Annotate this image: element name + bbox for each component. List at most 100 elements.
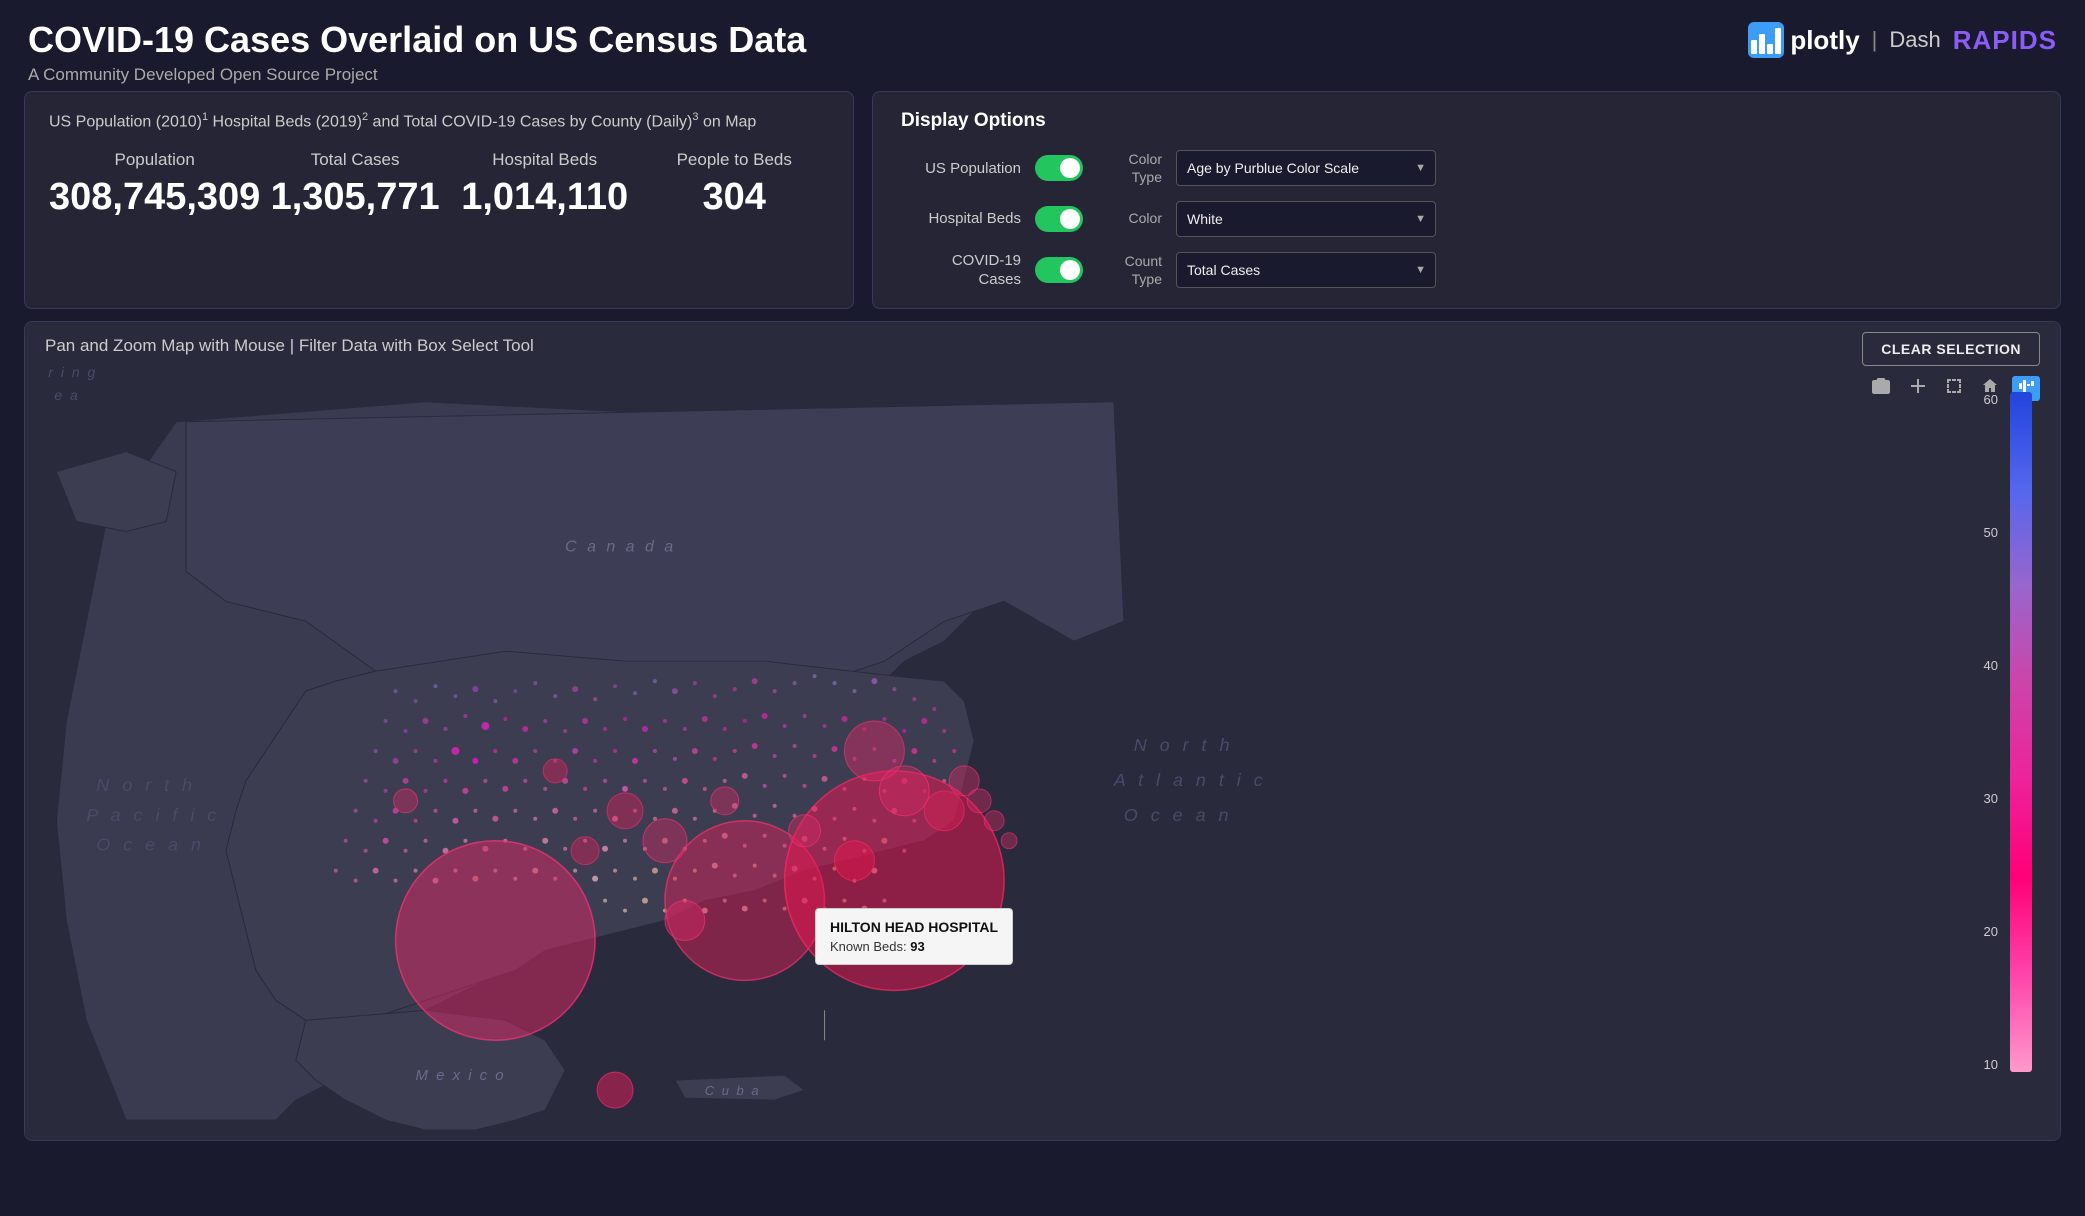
bering-label2: e a [54,386,79,402]
sup1: 1 [202,111,208,123]
covid-bubble-sm11 [394,788,418,812]
stat-people-to-beds-value: 304 [639,176,829,219]
canada-label: C a n a d a [565,538,676,555]
dropdown-color-wrapper: White Red Blue Green [1176,201,1436,237]
options-title: Display Options [901,110,2032,132]
tooltip-hospital-name: HILTON HEAD HOSPITAL [830,919,998,935]
options-row-beds: Hospital Beds Color White Red Blue Green [901,201,2032,237]
dropdown-count-type[interactable]: Total Cases New Cases Deaths [1176,252,1436,288]
stat-total-cases-label: Total Cases [260,150,450,170]
stats-card: US Population (2010)1 Hospital Beds (201… [24,91,854,308]
page-subtitle: A Community Developed Open Source Projec… [28,65,806,85]
colorbar: 60 50 40 30 20 10 Age [2010,392,2032,1072]
dropdown-color[interactable]: White Red Blue Green [1176,201,1436,237]
tooltip-beds-info: Known Beds: 93 [830,939,998,954]
covid-bubble-small2 [879,765,929,815]
covid-bubble-sm7 [711,786,739,814]
stat-population-value: 308,745,309 [49,176,260,219]
stat-population-label: Population [49,150,260,170]
options-label-beds: Hospital Beds [901,210,1021,227]
covid-bubble-sm14 [967,788,991,812]
stats-card-title: US Population (2010)1 Hospital Beds (201… [49,110,829,134]
rapids-logo: RAPIDS [1953,25,2057,56]
covid-bubble-sm10 [571,836,599,864]
options-label-population: US Population [901,160,1021,177]
toggle-population[interactable] [1035,155,1083,181]
options-label-covid: COVID-19Cases [901,251,1021,290]
bar4 [1775,28,1781,54]
type-label-color-type: ColorType [1097,150,1162,186]
covid-bubble-florida [597,1072,633,1108]
camera-icon-button[interactable] [1866,376,1896,401]
plotly-logo: plotly [1748,22,1859,58]
page-header: COVID-19 Cases Overlaid on US Census Dat… [0,0,2085,91]
colorbar-label-20: 20 [1984,924,1998,939]
map-svg: C a n a d a M e x i c o C u b a N o r t … [25,322,2060,1140]
sup2: 2 [362,111,368,123]
top-cards: US Population (2010)1 Hospital Beds (201… [0,91,2085,308]
logos-area: plotly | Dash RAPIDS [1748,22,2057,58]
stat-total-cases-value: 1,305,771 [260,176,450,219]
colorbar-label-30: 30 [1984,791,1998,806]
display-options-card: Display Options US Population ColorType … [872,91,2061,308]
mexico-label: M e x i c o [416,1067,506,1084]
stat-hospital-beds-value: 1,014,110 [450,176,640,219]
options-row-covid: COVID-19Cases CountType Total Cases New … [901,251,2032,290]
dropdown-color-type[interactable]: Age by Purblue Color Scale Population De… [1176,150,1436,186]
bar2 [1759,34,1765,54]
logo-separator: | [1872,27,1878,53]
options-row-population: US Population ColorType Age by Purblue C… [901,150,2032,186]
covid-bubble-small6 [665,900,705,940]
sup3: 3 [692,111,698,123]
colorbar-label-60: 60 [1984,392,1998,407]
clear-selection-button[interactable]: CLEAR SELECTION [1862,332,2040,366]
dropdown-color-type-wrapper: Age by Purblue Color Scale Population De… [1176,150,1436,186]
covid-bubble-sm16 [1001,832,1017,848]
map-header-label: Pan and Zoom Map with Mouse | Filter Dat… [45,336,534,355]
stat-total-cases: Total Cases 1,305,771 [260,150,450,219]
bar1 [1751,40,1757,54]
atlantic-label2: A t l a n t i c [1113,769,1267,789]
dropdown-count-type-wrapper: Total Cases New Cases Deaths [1176,252,1436,288]
colorbar-label-10: 10 [1984,1057,1998,1072]
toggle-beds[interactable] [1035,206,1083,232]
map-background: C a n a d a M e x i c o C u b a N o r t … [25,322,2060,1140]
stat-people-to-beds-label: People to Beds [639,150,829,170]
map-toolbar: CLEAR SELECTION [1862,332,2040,401]
header-left: COVID-19 Cases Overlaid on US Census Dat… [28,18,806,85]
cuba-label: C u b a [705,1083,761,1098]
plotly-label: plotly [1790,25,1859,56]
stat-hospital-beds-label: Hospital Beds [450,150,640,170]
page-title: COVID-19 Cases Overlaid on US Census Dat… [28,18,806,61]
covid-bubble-texas [396,840,596,1040]
map-tooltip: HILTON HEAD HOSPITAL Known Beds: 93 [815,908,1013,965]
covid-bubble-sm15 [984,810,1004,830]
stat-hospital-beds: Hospital Beds 1,014,110 [450,150,640,219]
zoom-in-button[interactable] [1904,376,1932,401]
tooltip-beds-label: Known Beds: [830,939,907,954]
colorbar-label-50: 50 [1984,525,1998,540]
colorbar-labels: 60 50 40 30 20 10 [1984,392,1998,1072]
options-rows: US Population ColorType Age by Purblue C… [901,150,2032,289]
atlantic-label1: N o r t h [1134,735,1234,755]
covid-bubble-sm8 [543,758,567,782]
colorbar-label-40: 40 [1984,658,1998,673]
covid-bubble-small4 [607,792,643,828]
pacific-label1: N o r t h [96,774,196,794]
pacific-label2: P a c i f i c [86,804,220,824]
covid-bubble-sm12 [835,840,875,880]
colorbar-gradient [2010,392,2032,1072]
covid-bubble-small5 [643,818,687,862]
covid-bubble-small3 [924,790,964,830]
plotly-icon [1748,22,1784,58]
dash-label: Dash [1889,27,1940,53]
toggle-covid[interactable] [1035,257,1083,283]
pacific-label3: O c e a n [96,834,205,854]
atlantic-label3: O c e a n [1124,804,1233,824]
select-box-button[interactable] [1940,376,1968,401]
stat-people-to-beds: People to Beds 304 [639,150,829,219]
stat-population: Population 308,745,309 [49,150,260,219]
map-section: C a n a d a M e x i c o C u b a N o r t … [24,321,2061,1141]
tooltip-beds-value: 93 [910,939,924,954]
bar3 [1767,44,1773,54]
